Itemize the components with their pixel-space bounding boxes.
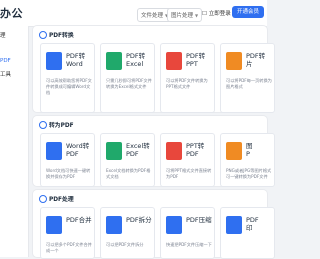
top-bar: 办公 文件处理 ▼ 图片处理▼ ☐ 立即登录 开通会员: [0, 0, 267, 27]
card-description: 可以将PDF每一页转换为图片格式: [226, 78, 272, 89]
swap-icon: [39, 31, 47, 39]
user-icon: ☐: [202, 11, 207, 17]
sidebar-item-tools[interactable]: 工具: [0, 70, 11, 78]
card-title: PDF合并: [66, 216, 92, 224]
print-icon: [226, 216, 242, 234]
login-label: 立即登录: [208, 11, 231, 17]
split-icon: [106, 216, 122, 234]
image-processing-menu-label: 图片处理: [171, 13, 194, 19]
excel-pdf-icon: [106, 142, 122, 160]
card-title: PDF拆分: [126, 216, 152, 224]
card-description: 可将PPT格式文件直接转为PDF: [166, 168, 212, 179]
card-pdf-split[interactable]: PDF拆分 可以把PDF文件拆分: [100, 207, 155, 259]
card-excel-to-pdf[interactable]: Excel转 PDF Excel文档转换为PDF格式文档: [100, 133, 155, 187]
section-to-pdf: 转为PDF Word转 PDF Word文档可快速一键转换并保存为PDF Exce…: [33, 116, 275, 187]
card-title: PDF转片: [246, 52, 266, 68]
card-description: Word文档可快速一键转换并保存为PDF: [46, 168, 91, 179]
card-description: 快速把PDF文件压缩一下: [166, 242, 212, 247]
section-pdf-process: PDF处理 PDF合并 可以把多个PDF文件合并成一个 PDF拆分 可以把PDF…: [33, 190, 275, 259]
sidebar: 理 PDF 工具: [0, 26, 29, 257]
card-description: Excel文档转换为PDF格式文档: [106, 168, 151, 179]
pdf-image-icon: [226, 52, 242, 70]
card-pdf-to-word[interactable]: PDF转 Word 可以高效帮助您将PDF文件转换成可编辑Word文档: [40, 43, 95, 113]
card-pdf-compress[interactable]: PDF压缩 快速把PDF文件压缩一下: [160, 207, 215, 259]
section-title: PDF处理: [49, 197, 74, 203]
pdf-excel-icon: [106, 52, 122, 70]
chevron-down-icon: ▼: [195, 13, 199, 18]
merge-icon: [46, 216, 62, 234]
card-title: Excel转 PDF: [126, 142, 150, 158]
card-pdf-to-image[interactable]: PDF转片 可以将PDF每一页转换为图片格式: [220, 43, 275, 113]
card-title: PDF压缩: [186, 216, 212, 224]
card-word-to-pdf[interactable]: Word转 PDF Word文档可快速一键转换并保存为PDF: [40, 133, 95, 187]
card-title: PPT转 PDF: [186, 142, 205, 158]
card-title: PDF 印: [246, 216, 259, 232]
card-description: 可以把PDF文件拆分: [106, 242, 144, 247]
section-title: 转为PDF: [49, 123, 74, 129]
card-description: 只需几秒即可将PDF文件转换为Excel格式文件: [106, 78, 152, 89]
membership-button[interactable]: 开通会员: [232, 6, 265, 18]
pdf-word-icon: [46, 52, 62, 70]
card-pdf-to-excel[interactable]: PDF转 Excel 只需几秒即可将PDF文件转换为Excel格式文件: [100, 43, 155, 113]
compress-icon: [166, 216, 182, 234]
section-pdf-convert: PDF转换 PDF转 Word 可以高效帮助您将PDF文件转换成可编辑Word文档…: [33, 26, 275, 113]
card-title: PDF转 Excel: [126, 52, 146, 68]
card-ppt-to-pdf[interactable]: PPT转 PDF 可将PPT格式文件直接转为PDF: [160, 133, 215, 187]
sidebar-item-pdf[interactable]: PDF: [0, 58, 11, 64]
card-description: 可以高效帮助您将PDF文件转换成可编辑Word文档: [46, 78, 92, 95]
file-processing-menu-label: 文件处理: [141, 13, 164, 19]
image-processing-menu[interactable]: 图片处理 ▼: [167, 8, 203, 22]
sidebar-item-1[interactable]: 理: [0, 31, 6, 39]
ppt-pdf-icon: [166, 142, 182, 160]
card-description: 可以把多个PDF文件合并成一个: [46, 242, 92, 253]
card-title: PDF转 Word: [66, 52, 86, 68]
login-button[interactable]: ☐ 立即登录: [199, 7, 234, 19]
card-description: 可以将PDF文件转换为PPT格式文件: [166, 78, 208, 89]
image-pdf-icon: [226, 142, 242, 160]
card-description: PNG或者JPG等图片格式可一键转换为PDF文件: [226, 168, 272, 179]
card-pdf-merge[interactable]: PDF合并 可以把多个PDF文件合并成一个: [40, 207, 95, 259]
card-pdf-to-ppt[interactable]: PDF转 PPT 可以将PDF文件转换为PPT格式文件: [160, 43, 215, 113]
section-title: PDF转换: [49, 33, 74, 39]
card-image-to-pdf[interactable]: 图P PNG或者JPG等图片格式可一键转换为PDF文件: [220, 133, 275, 187]
word-pdf-icon: [46, 142, 62, 160]
card-title: 图P: [246, 142, 253, 158]
brand-title: 办公: [0, 7, 23, 20]
card-pdf-print[interactable]: PDF 印: [220, 207, 275, 259]
card-title: Word转 PDF: [66, 142, 90, 158]
pdf-ppt-icon: [166, 52, 182, 70]
gear-icon: [39, 195, 47, 203]
card-title: PDF转 PPT: [186, 52, 206, 68]
swap-icon: [39, 121, 47, 129]
